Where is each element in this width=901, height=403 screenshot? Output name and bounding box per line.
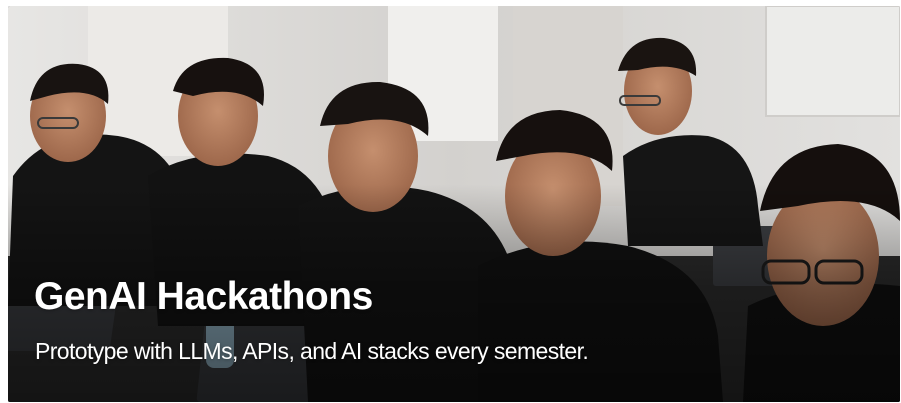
hackathon-banner-card[interactable]: GenAI Hackathons Prototype with LLMs, AP… [8, 6, 900, 402]
banner-subtitle: Prototype with LLMs, APIs, and AI stacks… [35, 338, 589, 364]
banner-title: GenAI Hackathons [34, 275, 373, 318]
